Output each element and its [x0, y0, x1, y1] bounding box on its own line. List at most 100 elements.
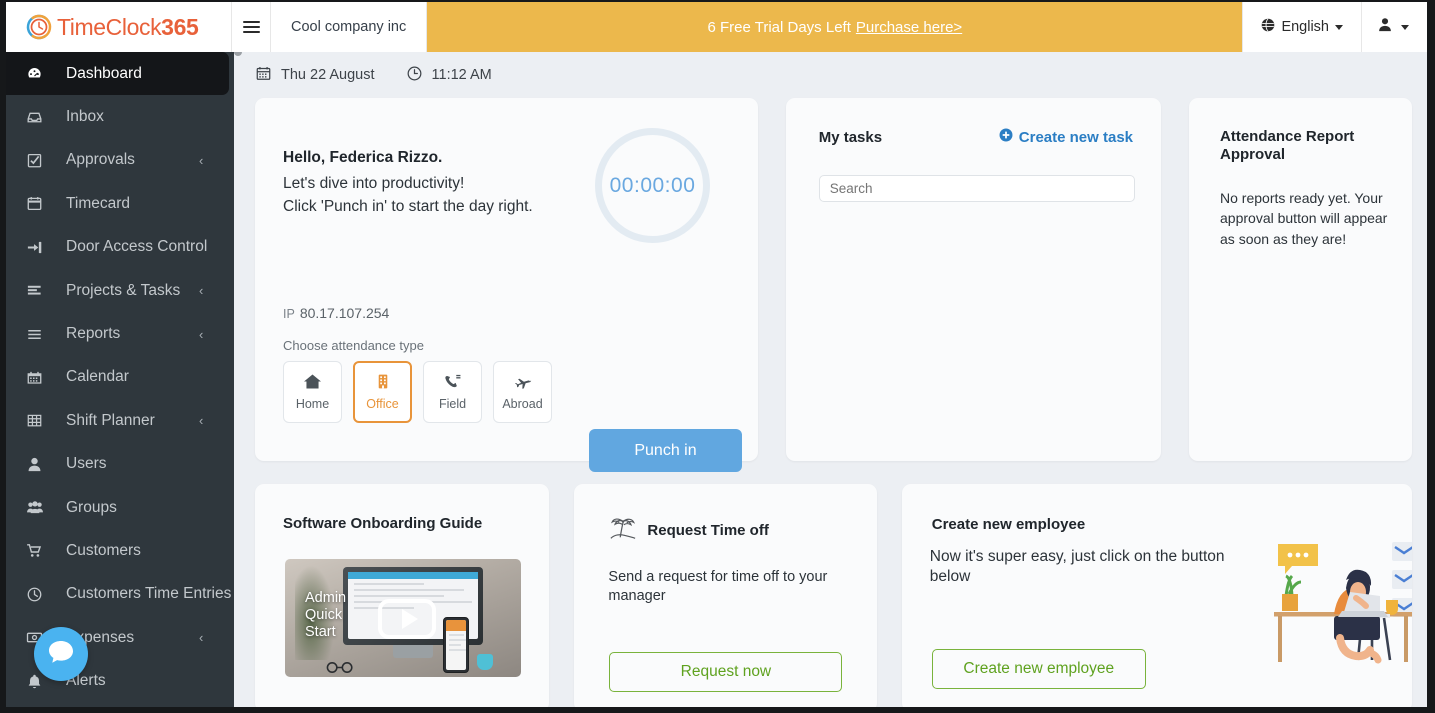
building-icon [377, 373, 389, 390]
video-title-line-3: Start [305, 624, 336, 641]
top-header: TimeClock365 Cool company inc 6 Free Tri… [6, 2, 1427, 52]
phone-field-icon [443, 373, 462, 390]
sidebar-scrollbar-track[interactable] [234, 2, 242, 665]
attendance-type-home[interactable]: Home [283, 361, 342, 423]
sidebar-item-dashboard[interactable]: Dashboard [6, 52, 229, 96]
attendance-type-field[interactable]: Field [423, 361, 482, 423]
trial-banner-text: 6 Free Trial Days Left [707, 18, 851, 36]
sidebar-item-label: Dashboard [66, 64, 142, 82]
sidebar-nav: Dashboard Inbox Approvals ‹ Timecard Doo… [6, 52, 234, 707]
sidebar-item-groups[interactable]: Groups [6, 486, 234, 529]
language-label: English [1281, 19, 1329, 35]
user-icon [1378, 17, 1392, 37]
clock-icon [26, 586, 52, 603]
check-square-icon [26, 152, 52, 169]
sidebar-item-reports[interactable]: Reports ‹ [6, 312, 234, 355]
play-button-icon[interactable] [378, 599, 436, 639]
sidebar-item-label: Calendar [66, 368, 129, 386]
sidebar-item-customers-time-entries[interactable]: Customers Time Entries [6, 573, 234, 616]
chevron-down-icon [1335, 24, 1343, 30]
palm-tree-icon [608, 514, 638, 547]
my-tasks-header: My tasks Create new task [819, 128, 1133, 146]
attendance-type-office[interactable]: Office [353, 361, 412, 423]
software-onboarding-card: Software Onboarding Guide Admin Quick St… [255, 484, 550, 707]
create-new-task-button[interactable]: Create new task [999, 128, 1133, 146]
content-scrollbar[interactable] [1421, 52, 1427, 707]
table-icon [26, 412, 52, 429]
monitor-stand [393, 645, 433, 658]
video-title-line-1: Admin [305, 590, 347, 606]
my-tasks-title: My tasks [818, 128, 883, 146]
glasses-decoration [326, 662, 353, 673]
sidebar-item-label: Customers [66, 541, 141, 559]
sidebar-item-timecard[interactable]: Timecard [6, 182, 234, 225]
bars-icon [26, 326, 52, 343]
shopping-cart-icon [26, 542, 52, 559]
company-name-label: Cool company inc [291, 19, 407, 35]
sidebar-item-label: Shift Planner [66, 411, 155, 429]
brand-name-regular: TimeClock [57, 13, 162, 40]
video-title-line-2: Quick [305, 607, 343, 624]
attendance-report-approval-card: Attendance Report Approval No reports re… [1189, 98, 1412, 461]
app-root: TimeClock365 Cool company inc 6 Free Tri… [0, 0, 1435, 713]
calendar-icon [255, 65, 272, 86]
punch-card: Hello, Federica Rizzo. Let's dive into p… [255, 98, 758, 472]
sidebar-item-customers[interactable]: Customers [6, 529, 234, 572]
ip-label: IP [283, 307, 295, 321]
purchase-here-link[interactable]: Purchase here> [856, 19, 962, 36]
create-employee-title: Create new employee [931, 516, 1086, 533]
sidebar-item-users[interactable]: Users [6, 443, 234, 486]
task-search-input[interactable] [818, 175, 1135, 202]
sidebar-item-label: Inbox [66, 108, 104, 126]
sidebar-item-calendar[interactable]: Calendar [6, 356, 234, 399]
create-new-employee-card: Create new employee Now it's super easy,… [901, 484, 1412, 707]
my-tasks-card: My tasks Create new task [785, 98, 1162, 461]
approval-card-title: Attendance Report Approval [1220, 128, 1355, 163]
home-icon [303, 373, 322, 390]
onboarding-title: Software Onboarding Guide [283, 515, 483, 532]
attendance-type-abroad[interactable]: Abroad [493, 361, 552, 423]
time-off-body: Send a request for time off to your mana… [608, 569, 828, 605]
brand-logo[interactable]: TimeClock365 [6, 2, 231, 52]
phone-graphic [443, 617, 469, 673]
sidebar-item-shift-planner[interactable]: Shift Planner ‹ [6, 399, 234, 442]
current-date: Thu 22 August [281, 67, 375, 83]
time-off-header: Request Time off [608, 514, 769, 547]
sidebar-item-inbox[interactable]: Inbox [6, 95, 234, 138]
main-content: Thu 22 August 11:12 AM Hello, Federica R… [242, 52, 1427, 707]
sidebar-item-door-access-control[interactable]: Door Access Control [6, 226, 234, 269]
company-name[interactable]: Cool company inc [271, 2, 428, 52]
attendance-type-label: Field [438, 397, 467, 411]
sidebar-item-projects-tasks[interactable]: Projects & Tasks ‹ [6, 269, 234, 312]
greeting-line-3: Click 'Punch in' to start the day right. [283, 198, 533, 215]
chevron-left-icon: ‹ [199, 630, 204, 646]
punch-in-button[interactable]: Punch in [589, 429, 742, 472]
dashboard-row-bottom: Software Onboarding Guide Admin Quick St… [242, 484, 1427, 707]
date-time-bar: Thu 22 August 11:12 AM [242, 52, 1427, 98]
greeting-block: Hello, Federica Rizzo. Let's dive into p… [283, 149, 533, 221]
language-selector[interactable]: English [1242, 2, 1361, 52]
request-now-button[interactable]: Request now [609, 652, 843, 692]
onboarding-video-thumbnail[interactable]: Admin Quick Start [285, 559, 521, 677]
attendance-type-label: Home [295, 397, 330, 411]
clock-icon [406, 65, 423, 86]
inbox-icon [26, 109, 52, 126]
sidebar-item-label: Reports [66, 325, 121, 343]
sidebar-item-label: Door Access Control [66, 238, 208, 256]
chevron-left-icon: ‹ [199, 326, 204, 342]
create-new-employee-button[interactable]: Create new employee [931, 649, 1146, 689]
screen-header-bar [348, 572, 478, 579]
chevron-left-icon: ‹ [199, 413, 204, 429]
plane-icon [513, 373, 532, 390]
sidebar-toggle-button[interactable] [231, 2, 271, 52]
sidebar-item-approvals[interactable]: Approvals ‹ [6, 139, 234, 182]
chat-widget-button[interactable] [34, 627, 88, 681]
users-group-icon [26, 499, 52, 516]
user-menu[interactable] [1361, 2, 1427, 52]
calendar-icon [26, 195, 52, 212]
video-overlay-title: Admin Quick Start [305, 590, 346, 641]
brand-name: TimeClock365 [57, 13, 199, 41]
time-off-title: Request Time off [647, 522, 769, 539]
ip-address: IP 80.17.107.254 [283, 305, 389, 321]
chat-bubble-icon [46, 637, 76, 672]
